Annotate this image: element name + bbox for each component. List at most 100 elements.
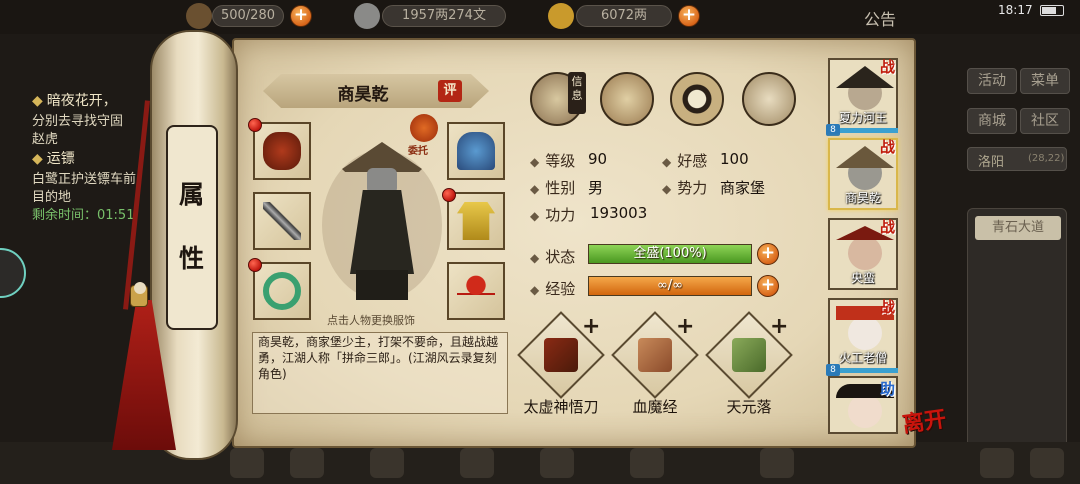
nav-icon[interactable] [980, 448, 1014, 478]
favor-label-text: 好感 [677, 152, 708, 170]
scroll-manual-icon [638, 338, 672, 372]
weapon-icon [263, 202, 301, 240]
nav-icon[interactable] [1030, 448, 1064, 478]
equip-slot-hat[interactable] [447, 122, 505, 180]
quest-2-desc-2: 目的地 [32, 190, 72, 205]
character-legs[interactable] [356, 270, 408, 300]
exp-bar-text: ∞/∞ [656, 278, 684, 293]
knot-pendant-icon [457, 272, 495, 310]
character-name: 商昊乾 [337, 85, 389, 105]
restore-status-button[interactable]: + [757, 243, 779, 265]
diamond-icon: ◆ [662, 182, 672, 196]
quest-2-title[interactable]: ◆ 运镖 [32, 148, 75, 168]
meridian-body-icon[interactable] [742, 72, 796, 126]
gender-label: ◆ 性别 [530, 177, 575, 198]
left-side-toggle[interactable] [0, 248, 26, 298]
skill-1-plus[interactable]: + [582, 314, 600, 339]
power-label-text: 功力 [545, 206, 576, 224]
activity-button[interactable]: 活动 [967, 68, 1017, 94]
road-location-chip[interactable]: 青石大道 [975, 216, 1061, 240]
skill-3-plus[interactable]: + [770, 314, 788, 339]
attribute-tab[interactable]: 属 性 [166, 125, 218, 330]
commission-icon[interactable] [410, 114, 438, 142]
attribute-tab-char-1: 属 [179, 180, 205, 209]
gold-counter: 6072两 [576, 5, 672, 27]
add-exp-button[interactable]: + [757, 275, 779, 297]
quest-1-desc: 分别去寻找守固 [32, 114, 124, 129]
faction-value: 商家堡 [720, 179, 766, 197]
favor-value: 100 [720, 150, 749, 168]
roster-portrait [848, 316, 882, 350]
equip-slot-weapon[interactable] [253, 192, 311, 250]
quest-2-desc: 白鹭正护送镖车前 [32, 172, 137, 187]
exp-label: ◆ 经验 [530, 278, 575, 299]
diamond-icon: ◆ [662, 155, 672, 169]
battery-icon [1040, 5, 1064, 16]
nav-icon[interactable] [290, 448, 324, 478]
faction-label: ◆ 势力 [662, 177, 707, 198]
skill-3-name: 天元落 [726, 398, 772, 416]
quest-2-title-text: 运镖 [46, 151, 75, 167]
gloves-icon [263, 132, 301, 170]
assist-badge: 助 [880, 380, 896, 398]
roster-portrait [848, 236, 882, 270]
skill-1-name: 太虚神悟刀 [523, 398, 599, 416]
diamond-icon: ◆ [32, 93, 43, 109]
nav-icon[interactable] [630, 448, 664, 478]
ring-icon [263, 272, 301, 310]
food-icon [186, 3, 212, 29]
community-button[interactable]: 社区 [1020, 108, 1070, 134]
faction-label-text: 势力 [677, 179, 708, 197]
nav-icon[interactable] [230, 448, 264, 478]
power-label: ◆ 功力 [530, 204, 575, 225]
nav-icon[interactable] [760, 448, 794, 478]
scroll-document-icon[interactable] [600, 72, 654, 126]
nav-icon[interactable] [370, 448, 404, 478]
food-counter: 500/280 [212, 5, 284, 27]
status-bar-text: 全盛(100%) [633, 246, 707, 261]
diamond-icon: ◆ [32, 151, 43, 167]
nav-icon[interactable] [540, 448, 574, 478]
jade-scroll-icon [732, 338, 766, 372]
leave-button[interactable]: 离开 [900, 401, 948, 439]
announcement-button[interactable]: 公告 [864, 6, 896, 30]
change-outfit-hint: 点击人物更换服饰 [327, 314, 415, 327]
roster-name: 商昊乾 [844, 191, 881, 205]
upgrade-dot [248, 118, 262, 132]
diamond-icon: ◆ [530, 182, 540, 196]
clock: 18:17 [998, 3, 1033, 17]
equip-slot-ring[interactable] [253, 262, 311, 320]
top-resource-bar: 500/280 + 1957两274文 6072两 + 公告 18:17 [0, 0, 1080, 34]
quest-1-desc-2: 赵虎 [32, 132, 59, 147]
status-label: ◆ 状态 [530, 246, 575, 267]
location-name: 洛阳 [978, 155, 1005, 170]
roster-name: 火工老僧 [838, 351, 887, 365]
equip-slot-accessory[interactable] [447, 262, 505, 320]
info-tag: 信息 [568, 72, 586, 114]
battle-badge: 战 [880, 138, 896, 156]
bagua-icon[interactable] [670, 72, 724, 126]
upgrade-dot [248, 258, 262, 272]
quest-remaining-time: 剩余时间：01:51 [32, 208, 135, 223]
level-value: 90 [588, 150, 608, 168]
menu-button[interactable]: 菜单 [1020, 68, 1070, 94]
equip-slot-armor[interactable] [447, 192, 505, 250]
diamond-icon: ◆ [530, 251, 540, 265]
diamond-icon: ◆ [530, 209, 540, 223]
quest-1-title[interactable]: ◆ 暗夜花开， [32, 90, 117, 110]
roster-portrait [848, 394, 882, 428]
battle-badge: 战 [880, 298, 896, 316]
skill-2-plus[interactable]: + [676, 314, 694, 339]
tassel-bead [134, 282, 146, 294]
silver-counter: 1957两274文 [382, 5, 506, 27]
exp-bar: ∞/∞ [588, 276, 752, 296]
shop-button[interactable]: 商城 [967, 108, 1017, 134]
add-gold-button[interactable]: + [678, 5, 700, 27]
equip-slot-gloves[interactable] [253, 122, 311, 180]
add-food-button[interactable]: + [290, 5, 312, 27]
evaluate-button[interactable]: 评 [438, 80, 462, 102]
battle-badge: 战 [880, 218, 896, 236]
gold-icon [548, 3, 574, 29]
nav-icon[interactable] [460, 448, 494, 478]
location-coords: (28,22) [1028, 153, 1065, 164]
